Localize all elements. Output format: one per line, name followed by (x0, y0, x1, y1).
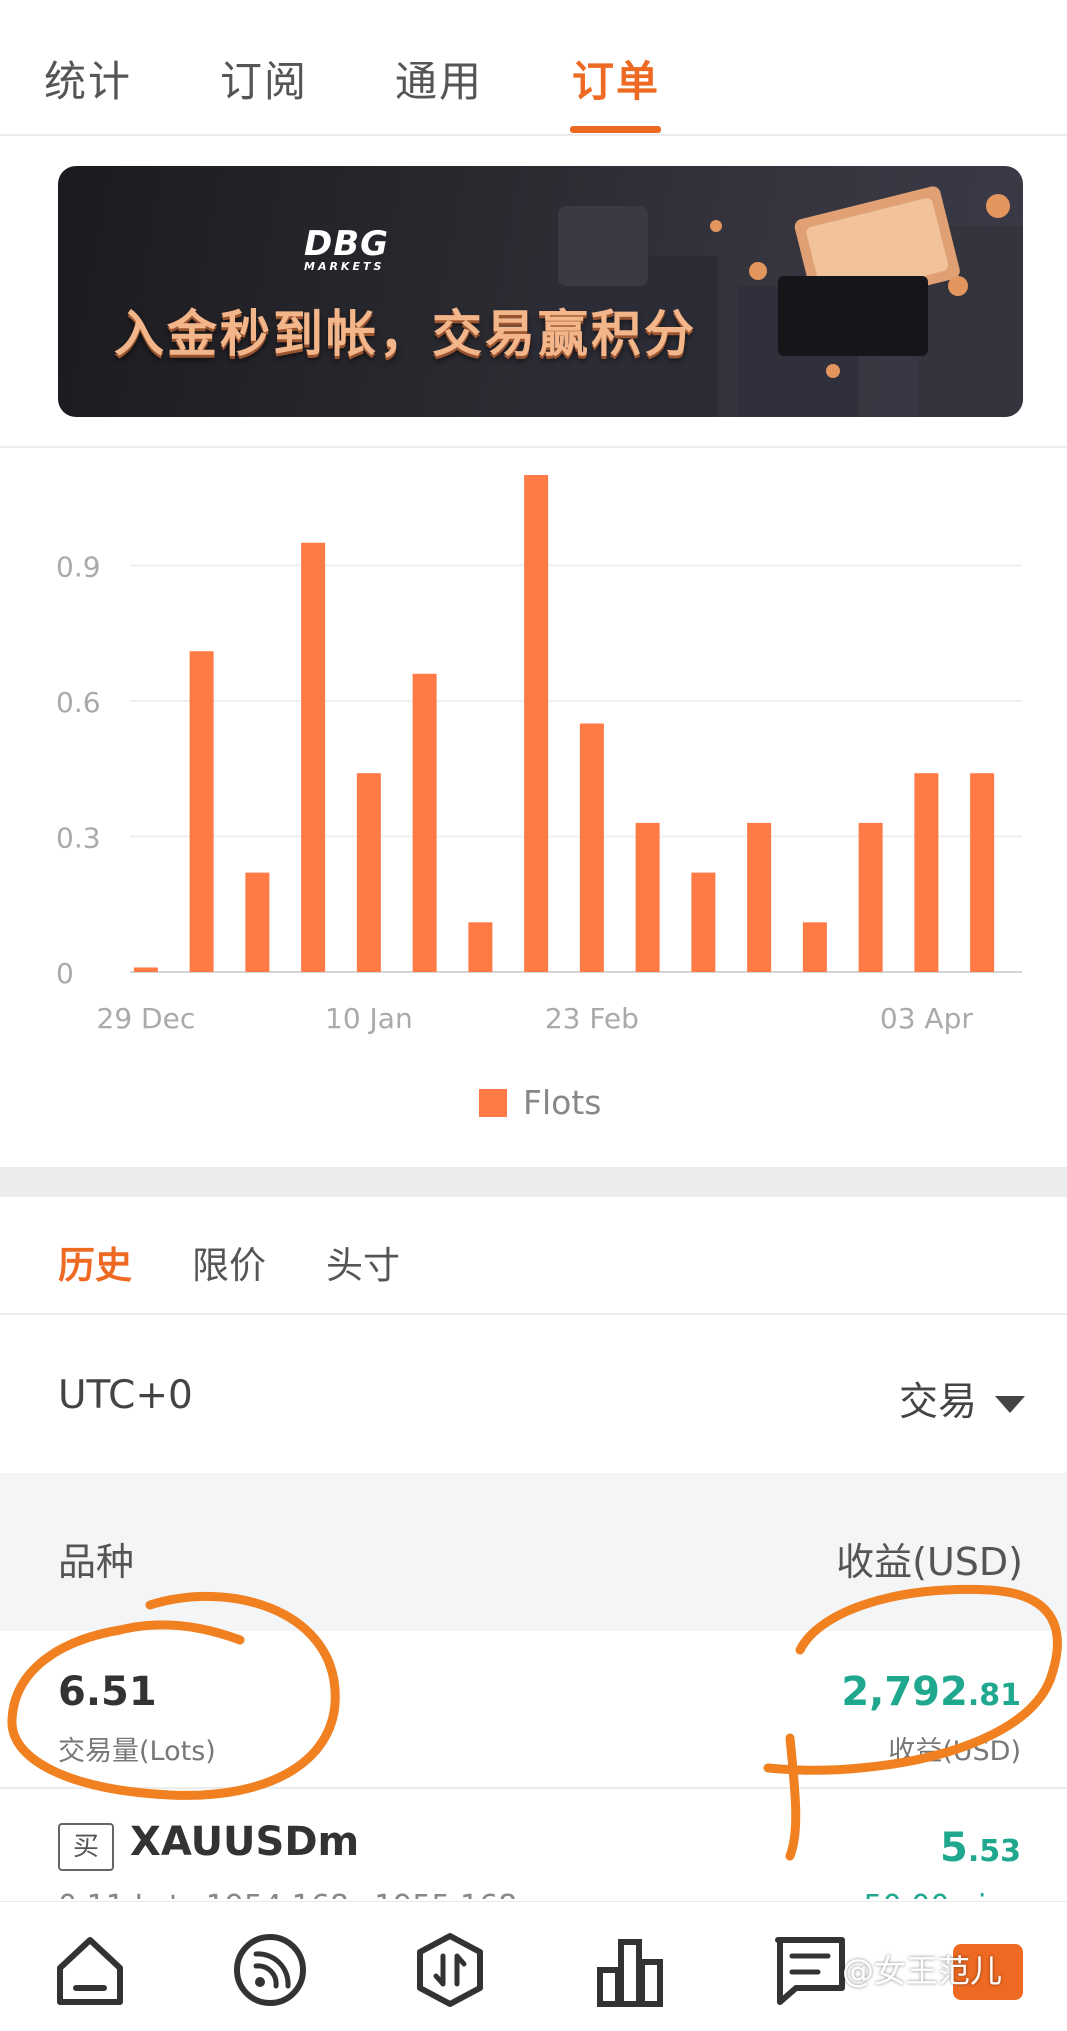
promo-banner[interactable]: DBG MARKETS 入金秒到帐，交易赢积分 (58, 166, 1023, 417)
bar-c3 (245, 872, 270, 972)
bar-c10 (635, 822, 660, 972)
dropdown-caret-icon (995, 1396, 1025, 1413)
y-tick-label: 0.3 (56, 821, 101, 854)
trade-icon (417, 1933, 483, 2007)
watermark: @女王范儿 (842, 1952, 1003, 1990)
bar-c12 (747, 822, 772, 972)
bar-29-Dec (133, 967, 158, 972)
x-tick-label: 10 Jan (325, 1002, 413, 1035)
tab-limit[interactable]: 限价 (192, 1235, 266, 1289)
top-tab-bar: 统计 订阅 通用 订单 (0, 0, 1067, 136)
trade-side-badge: 买 (58, 1823, 114, 1871)
banner-artwork (528, 186, 1023, 417)
bar-c11 (691, 872, 716, 972)
bar-10-Jan (356, 773, 381, 972)
bar-c8 (524, 475, 549, 972)
trade-pips: 50.00 pips (864, 1889, 1021, 1899)
x-tick-label: 23 Feb (545, 1002, 639, 1035)
stats-icon (597, 1939, 663, 2007)
total-profit-label: 收益(USD) (888, 1736, 1021, 1767)
chart-svg: 0 0.3 0.6 0.9 29 Dec 10 Jan 23 Feb 03 Apr Flots (56, 475, 1022, 1122)
nav-trade[interactable] (410, 1930, 490, 2010)
bar-c14 (858, 822, 883, 972)
bar-c2 (189, 651, 214, 972)
x-tick-label: 03 Apr (880, 1002, 973, 1035)
trade-symbol: XAUUSDm (130, 1819, 360, 1865)
section-divider (0, 1167, 1067, 1197)
summary-row: 6.51 交易量(Lots) 2,792.81 收益(USD) (0, 1631, 1067, 1789)
tab-statistics[interactable]: 统计 (44, 48, 132, 109)
tab-general[interactable]: 通用 (395, 48, 483, 109)
tab-history[interactable]: 历史 (58, 1235, 132, 1289)
bar-23-Feb (579, 723, 604, 972)
list-header: 品种 收益(USD) (0, 1473, 1067, 1631)
bar-c6 (412, 673, 437, 972)
column-profit: 收益(USD) (836, 1540, 1023, 1584)
y-tick-label: 0 (56, 957, 74, 990)
y-tick-label: 0.9 (56, 550, 101, 583)
banner-logo: DBG MARKETS (304, 224, 390, 273)
trade-type-label: 交易 (898, 1380, 977, 1425)
trade-type-dropdown[interactable]: 交易 (899, 1371, 1025, 1427)
flots-bar-chart: 0 0.3 0.6 0.9 29 Dec 10 Jan 23 Feb 03 Apr Flots (0, 446, 1067, 1168)
bar-c13 (802, 922, 827, 972)
bar-03-Apr (914, 773, 939, 972)
order-sub-tabs: 历史 限价 头寸 (0, 1197, 1067, 1315)
trade-detail: 0.11 Lots 1954.168→1955.168 (58, 1889, 517, 1899)
total-volume-label: 交易量(Lots) (58, 1736, 216, 1767)
nav-stats[interactable] (590, 1930, 670, 2010)
tab-orders[interactable]: 订单 (572, 48, 660, 109)
active-tab-indicator (570, 126, 661, 133)
banner-slogan: 入金秒到帐，交易赢积分 (114, 305, 697, 363)
y-tick-label: 0.6 (56, 686, 101, 719)
trade-row[interactable]: 买 XAUUSDm 5.53 0.11 Lots 1954.168→1955.1… (0, 1789, 1067, 1899)
nav-home[interactable] (50, 1930, 130, 2010)
nav-news[interactable] (770, 1930, 850, 2010)
x-tick-label: 29 Dec (97, 1002, 196, 1035)
trade-profit: 5.53 (940, 1825, 1021, 1871)
total-profit: 2,792.81 (841, 1669, 1021, 1715)
timezone-selector[interactable]: UTC+0 (58, 1373, 193, 1418)
legend-label: Flots (523, 1083, 601, 1122)
tab-subscriptions[interactable]: 订阅 (220, 48, 308, 109)
bar-c7 (468, 922, 493, 972)
total-volume: 6.51 (58, 1669, 157, 1715)
feed-icon (234, 1934, 306, 2006)
bar-c16 (970, 773, 995, 972)
column-symbol: 品种 (58, 1540, 135, 1584)
bar-c4 (301, 542, 326, 972)
tab-positions[interactable]: 头寸 (326, 1235, 400, 1289)
nav-feed[interactable] (230, 1930, 310, 2010)
news-icon (775, 1937, 845, 2005)
filter-row: UTC+0 交易 (0, 1315, 1067, 1472)
home-icon (57, 1937, 123, 2005)
legend-swatch (479, 1089, 507, 1117)
